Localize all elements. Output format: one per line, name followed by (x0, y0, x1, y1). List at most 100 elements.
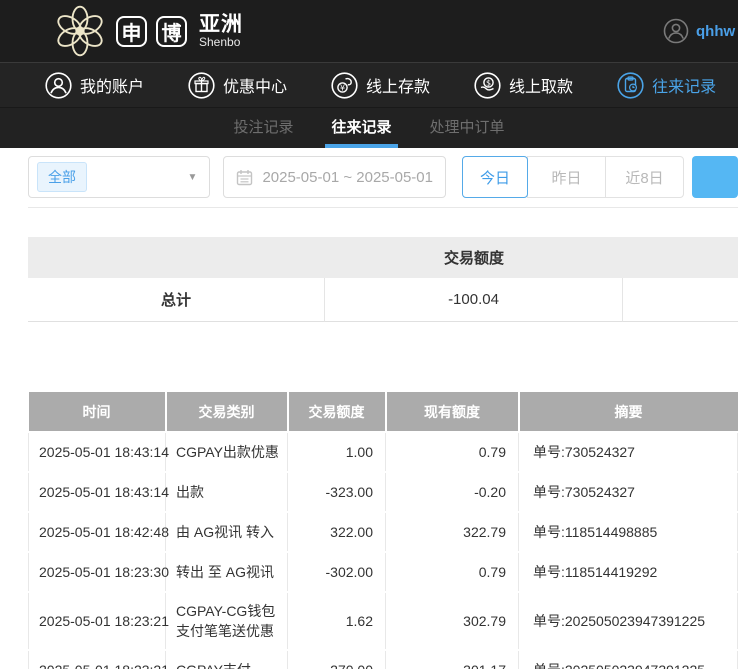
tab-transaction-records[interactable]: 往来记录 (325, 108, 397, 148)
cell-balance: 0.79 (386, 432, 519, 472)
table-row: 2025-05-01 18:43:14 CGPAY出款优惠 1.00 0.79 … (29, 432, 738, 472)
summary-total-label: 总计 (28, 278, 325, 322)
records-icon (617, 72, 644, 99)
cell-note: 单号:118514498885 (519, 512, 738, 552)
today-button[interactable]: 今日 (462, 156, 528, 198)
table-row: 2025-05-01 18:43:14 出款 -323.00 -0.20 单号:… (29, 472, 738, 512)
cell-amount: -302.00 (288, 552, 386, 592)
type-select-dropdown[interactable]: 全部 ▼ (28, 156, 210, 198)
date-range-value: 2025-05-01 ~ 2025-05-01 (262, 169, 433, 186)
nav-label: 线上取款 (509, 73, 573, 97)
cell-note: 单号:118514419292 (519, 552, 738, 592)
logo-latin-text: Shenbo (199, 36, 243, 49)
cell-amount: 1.00 (288, 432, 386, 472)
cell-type: 出款 (166, 472, 288, 512)
cell-time: 2025-05-01 18:42:48 (29, 512, 166, 552)
cell-balance: 301.17 (386, 650, 519, 669)
header-balance: 现有额度 (386, 392, 519, 432)
last-8-days-button[interactable]: 近8日 (605, 156, 684, 198)
logo-char-bo: 博 (156, 16, 187, 47)
nav-item-my-account[interactable]: 我的账户 (45, 72, 144, 99)
date-range-input[interactable]: 2025-05-01 ~ 2025-05-01 (223, 156, 446, 198)
cell-time: 2025-05-01 18:23:21 (29, 650, 166, 669)
nav-item-promotions[interactable]: 优惠中心 (188, 72, 287, 99)
tab-label: 投注记录 (233, 116, 293, 137)
header-note: 摘要 (519, 392, 738, 432)
cell-amount: 1.62 (288, 592, 386, 650)
date-shortcut-group: 今日 昨日 近8日 (462, 156, 684, 198)
table-row: 2025-05-01 18:23:21 CGPAY支付 270.00 301.1… (29, 650, 738, 669)
logo-char-shen: 申 (116, 16, 147, 47)
cell-time: 2025-05-01 18:23:21 (29, 592, 166, 650)
cell-type: 转出 至 AG视讯 (166, 552, 288, 592)
nav-label: 我的账户 (80, 73, 144, 97)
table-row: 2025-05-01 18:23:30 转出 至 AG视讯 -302.00 0.… (29, 552, 738, 592)
username-text: qhhw (696, 23, 735, 40)
cell-type: CGPAY出款优惠 (166, 432, 288, 472)
cell-balance: -0.20 (386, 472, 519, 512)
cell-type: CGPAY-CG钱包支付笔笔送优惠 (166, 592, 288, 650)
search-button[interactable] (692, 156, 738, 198)
cell-type: 由 AG视讯 转入 (166, 512, 288, 552)
cell-balance: 0.79 (386, 552, 519, 592)
cell-time: 2025-05-01 18:43:14 (29, 432, 166, 472)
cell-amount: 322.00 (288, 512, 386, 552)
yesterday-button[interactable]: 昨日 (527, 156, 606, 198)
top-bar: 申 博 亚洲 Shenbo qhhw (0, 0, 738, 62)
user-avatar-icon (663, 18, 689, 44)
summary-table: 交易额度 总计 -100.04 (28, 237, 738, 322)
nav-label: 线上存款 (366, 73, 430, 97)
brand-logo[interactable]: 申 博 亚洲 Shenbo (52, 3, 243, 59)
nav-item-withdraw[interactable]: $ 线上取款 (474, 72, 573, 99)
summary-header-row: 交易额度 (28, 237, 738, 278)
content-area: 全部 ▼ 2025-05-01 ~ 2025-05-01 今日 昨日 近8日 (0, 148, 738, 669)
cell-note: 单号:730524327 (519, 472, 738, 512)
nav-label: 优惠中心 (223, 73, 287, 97)
selected-type-tag: 全部 (37, 162, 87, 192)
tab-label: 处理中订单 (430, 116, 505, 137)
section-divider (28, 207, 738, 208)
withdraw-icon: $ (474, 72, 501, 99)
cell-balance: 302.79 (386, 592, 519, 650)
nav-item-transaction-records[interactable]: 往来记录 (617, 72, 716, 99)
summary-total-value: -100.04 (325, 278, 623, 322)
gift-icon (188, 72, 215, 99)
table-row: 2025-05-01 18:42:48 由 AG视讯 转入 322.00 322… (29, 512, 738, 552)
sub-nav: 投注记录 往来记录 处理中订单 (0, 107, 738, 148)
table-header-row: 时间 交易类别 交易额度 现有额度 摘要 (29, 392, 738, 432)
svg-text:¥: ¥ (340, 83, 345, 92)
tab-label: 往来记录 (331, 116, 391, 137)
tab-pending-orders[interactable]: 处理中订单 (424, 108, 511, 148)
table-row: 2025-05-01 18:23:21 CGPAY-CG钱包支付笔笔送优惠 1.… (29, 592, 738, 650)
nav-item-deposit[interactable]: ¥ 线上存款 (331, 72, 430, 99)
nav-label: 往来记录 (652, 73, 716, 97)
cell-amount: -323.00 (288, 472, 386, 512)
cell-note: 单号:202505023947391225 (519, 650, 738, 669)
cell-balance: 322.79 (386, 512, 519, 552)
filter-bar: 全部 ▼ 2025-05-01 ~ 2025-05-01 今日 昨日 近8日 (28, 156, 738, 198)
deposit-icon: ¥ (331, 72, 358, 99)
summary-empty-cell (623, 278, 738, 322)
summary-header-empty (28, 237, 325, 278)
cell-note: 单号:730524327 (519, 432, 738, 472)
logo-region-text: 亚洲 (199, 14, 243, 36)
chevron-down-icon: ▼ (188, 172, 198, 183)
account-icon (45, 72, 72, 99)
cell-type: CGPAY支付 (166, 650, 288, 669)
cell-note: 单号:202505023947391225 (519, 592, 738, 650)
transactions-table: 时间 交易类别 交易额度 现有额度 摘要 2025-05-01 18:43:14… (28, 392, 738, 669)
cell-amount: 270.00 (288, 650, 386, 669)
summary-total-row: 总计 -100.04 (28, 278, 738, 322)
summary-header-empty (623, 237, 738, 278)
cell-time: 2025-05-01 18:23:30 (29, 552, 166, 592)
calendar-icon (236, 169, 253, 186)
header-amount: 交易额度 (288, 392, 386, 432)
cell-time: 2025-05-01 18:43:14 (29, 472, 166, 512)
flower-logo-icon (52, 3, 108, 59)
page: 申 博 亚洲 Shenbo qhhw 我的账户 (0, 0, 738, 669)
summary-header-amount: 交易额度 (325, 237, 623, 278)
header-time: 时间 (29, 392, 166, 432)
tab-betting-records[interactable]: 投注记录 (227, 108, 299, 148)
main-nav: 我的账户 优惠中心 ¥ 线上存款 (0, 62, 738, 107)
user-account[interactable]: qhhw (663, 18, 738, 44)
